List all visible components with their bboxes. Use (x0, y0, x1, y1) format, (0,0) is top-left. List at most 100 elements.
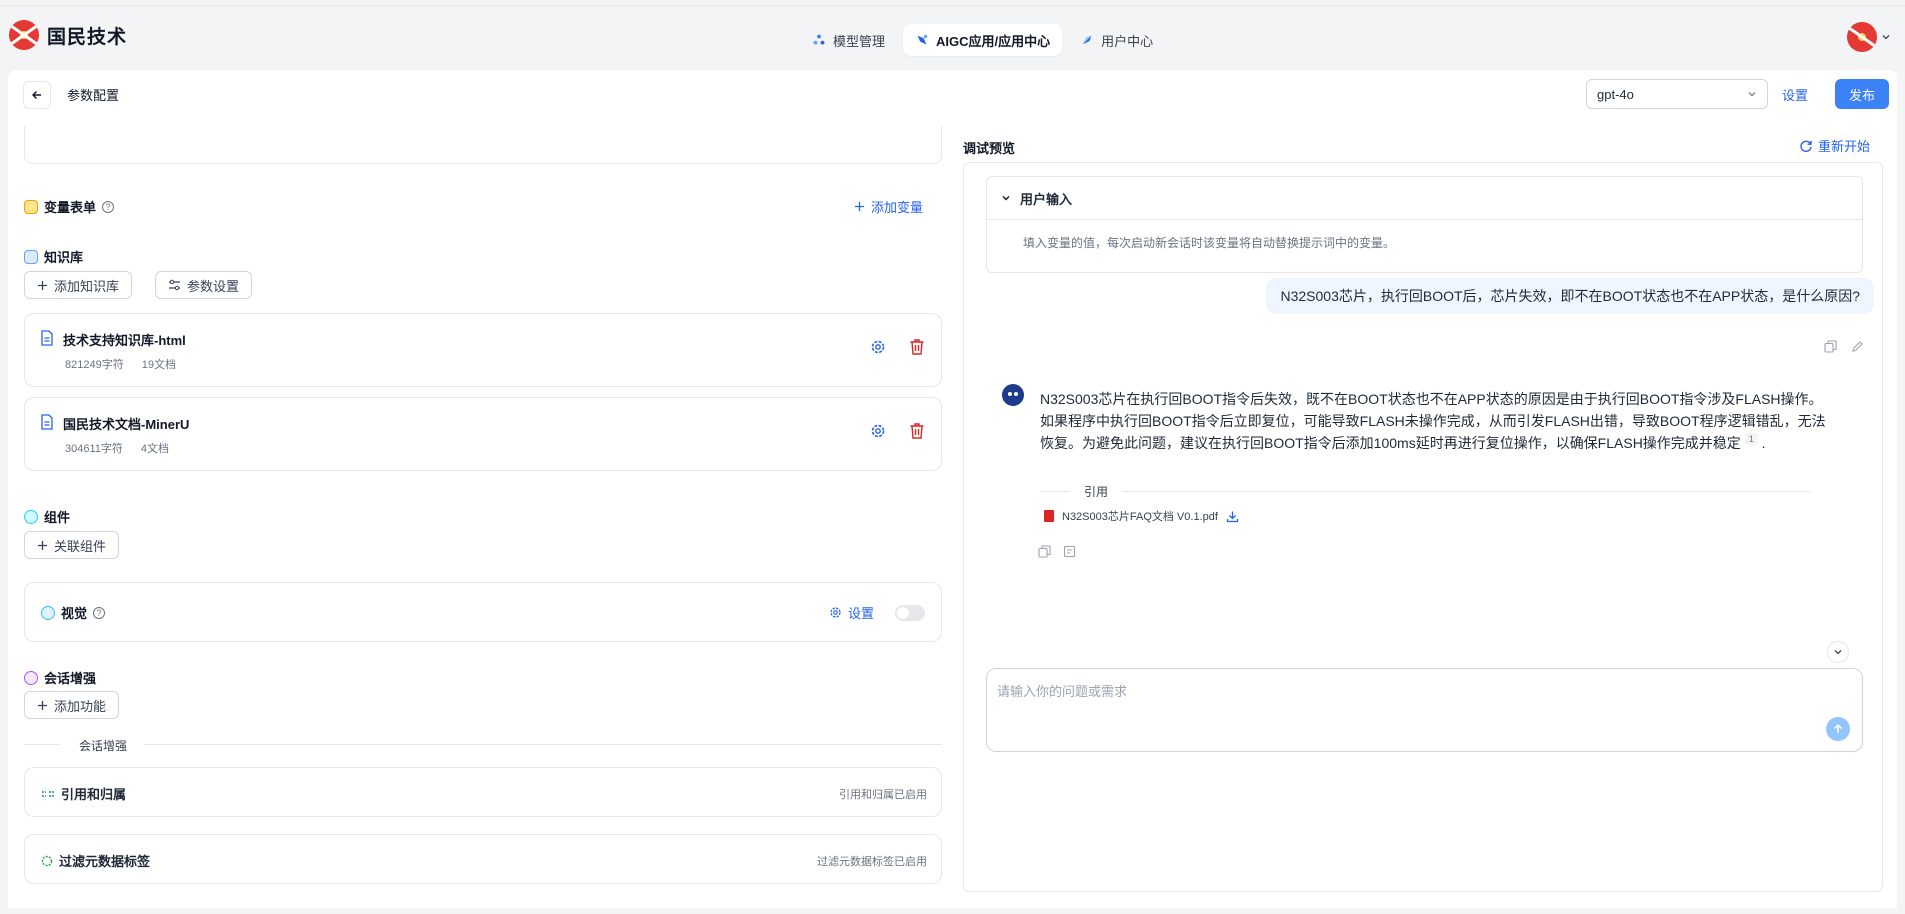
nav-tab-label: 用户中心 (1101, 33, 1154, 49)
page-title: 参数配置 (67, 88, 120, 103)
back-button[interactable] (23, 81, 51, 109)
add-feature-button[interactable]: 添加功能 (24, 691, 120, 719)
trash-icon[interactable] (909, 422, 925, 440)
quote-icon (42, 790, 54, 797)
bot-message-text: N32S003芯片在执行回BOOT指令后失效，既不在BOOT状态也不在APP状态… (1040, 391, 1826, 451)
scroll-down-button[interactable] (1827, 641, 1849, 663)
knowledge-item-chars: 821249字符 (65, 359, 124, 371)
components-title: 组件 (44, 510, 71, 525)
vision-title: 视觉 (61, 606, 88, 621)
user-menu[interactable] (1847, 22, 1891, 52)
bot-message-tools (1038, 545, 1076, 558)
nav-tab-aigc[interactable]: AIGC应用/应用中心 (903, 24, 1063, 56)
help-icon[interactable]: ? (93, 606, 106, 619)
arrow-left-icon (32, 91, 41, 99)
knowledge-title: 知识库 (44, 250, 84, 265)
edit-icon[interactable] (1851, 340, 1864, 353)
bot-message-end: . (1761, 435, 1766, 451)
copy-icon[interactable] (1824, 340, 1837, 353)
knowledge-item[interactable]: 国民技术文档-MinerU 304611字符 4文档 (24, 397, 942, 471)
avatar (1847, 22, 1877, 52)
vision-title-row: 视觉 ? (41, 603, 106, 622)
nav-tab-model[interactable]: 模型管理 (800, 24, 897, 56)
prompt-editor[interactable] (24, 126, 942, 164)
note-icon[interactable] (1063, 545, 1076, 558)
knowledge-section-title: 知识库 (24, 247, 83, 266)
send-button[interactable] (1826, 717, 1850, 741)
citation-file[interactable]: N32S003芯片FAQ文档 V0.1.pdf (1044, 508, 1239, 524)
chat-input-box (986, 668, 1863, 752)
form-icon (24, 199, 38, 214)
trash-icon[interactable] (909, 338, 925, 356)
page-header: 参数配置 gpt-4o 设置 发布 (8, 70, 1897, 122)
knowledge-item-name: 技术支持知识库-html (63, 333, 186, 348)
user-message: N32S003芯片，执行回BOOT后，芯片失效，即不在BOOT状态也不在APP状… (1266, 278, 1874, 314)
vision-settings-label: 设置 (848, 606, 875, 621)
arrow-up-icon (1833, 723, 1843, 733)
header-settings-link[interactable]: 设置 (1782, 85, 1808, 104)
user-input-hint: 填入变量的值，每次启动新会话时该变量将自动替换提示词中的变量。 (1023, 236, 1396, 250)
feature-metadata-title: 过滤元数据标签 (41, 851, 150, 870)
refresh-icon (1800, 140, 1812, 152)
feature-citation[interactable]: 引用和归属 引用和归属已启用 (24, 767, 942, 817)
copy-icon[interactable] (1038, 545, 1051, 558)
plus-icon (855, 202, 864, 211)
vision-toggle[interactable] (895, 605, 925, 621)
plus-icon (38, 700, 47, 710)
components-section-title: 组件 (24, 507, 70, 526)
document-icon (41, 330, 53, 346)
app-icon (917, 34, 928, 45)
divider (1122, 491, 1810, 492)
config-panel: 变量表单 ? 添加变量 知识库 添加知识库 参数设置 技术支持知识库-html … (24, 122, 948, 908)
publish-button[interactable]: 发布 (1835, 79, 1889, 109)
vision-settings-button[interactable]: 设置 (829, 603, 874, 622)
nav-tabs: 模型管理 AIGC应用/应用中心 用户中心 (800, 24, 1165, 56)
gear-icon[interactable] (870, 339, 886, 355)
knowledge-item[interactable]: 技术支持知识库-html 821249字符 19文档 (24, 313, 942, 387)
gear-icon[interactable] (870, 423, 886, 439)
add-knowledge-label: 添加知识库 (54, 278, 120, 294)
variables-section-title: 变量表单 ? (24, 197, 115, 216)
bot-avatar (1002, 384, 1024, 406)
restart-label: 重新开始 (1818, 139, 1871, 154)
add-knowledge-button[interactable]: 添加知识库 (24, 271, 133, 299)
knowledge-item-name: 国民技术文档-MinerU (63, 417, 190, 432)
feature-citation-title: 引用和归属 (41, 784, 126, 803)
add-variable-button[interactable]: 添加变量 (854, 197, 923, 216)
download-icon[interactable] (1226, 510, 1239, 523)
chat-input[interactable] (987, 669, 1862, 719)
document-icon (41, 414, 53, 430)
pdf-icon (1044, 510, 1054, 522)
user-input-header[interactable]: 用户输入 (987, 177, 1862, 220)
knowledge-item-docs: 4文档 (140, 443, 170, 455)
restart-button[interactable]: 重新开始 (1799, 136, 1870, 155)
feature-metadata-filter[interactable]: 过滤元数据标签 过滤元数据标签已启用 (24, 834, 942, 884)
knowledge-params-button[interactable]: 参数设置 (155, 271, 253, 299)
knowledge-item-meta: 821249字符 19文档 (65, 356, 176, 372)
feature-metadata-status: 过滤元数据标签已启用 (817, 856, 927, 868)
model-select[interactable]: gpt-4o (1586, 79, 1768, 109)
knowledge-item-chars: 304611字符 (65, 443, 123, 455)
main-content: 变量表单 ? 添加变量 知识库 添加知识库 参数设置 技术支持知识库-html … (8, 122, 1897, 908)
brand-logo[interactable]: 国民技术 (9, 20, 127, 50)
knowledge-icon (24, 249, 38, 264)
bot-message: N32S003芯片在执行回BOOT指令后失效，既不在BOOT状态也不在APP状态… (1040, 388, 1830, 454)
gear-icon (830, 607, 841, 618)
citation-label: 引用 (1084, 485, 1109, 499)
knowledge-params-label: 参数设置 (187, 278, 240, 294)
knowledge-item-meta: 304611字符 4文档 (65, 440, 169, 456)
enhance-section-title: 会话增强 (24, 668, 96, 687)
nav-tab-user[interactable]: 用户中心 (1068, 24, 1165, 56)
eye-icon (41, 605, 55, 620)
enhance-divider-label: 会话增强 (79, 739, 128, 753)
link-component-button[interactable]: 关联组件 (24, 531, 120, 559)
plus-icon (38, 280, 47, 290)
divider (24, 744, 60, 745)
citation-marker[interactable]: 1 (1744, 433, 1758, 446)
preview-title: 调试预览 (963, 141, 1016, 156)
chevron-down-icon (1882, 35, 1890, 40)
user-message-tools (1824, 340, 1864, 353)
top-navigation: 国民技术 模型管理 AIGC应用/应用中心 用户中心 (0, 5, 1905, 69)
help-icon[interactable]: ? (102, 200, 115, 213)
vision-component: 视觉 ? 设置 (24, 582, 942, 642)
